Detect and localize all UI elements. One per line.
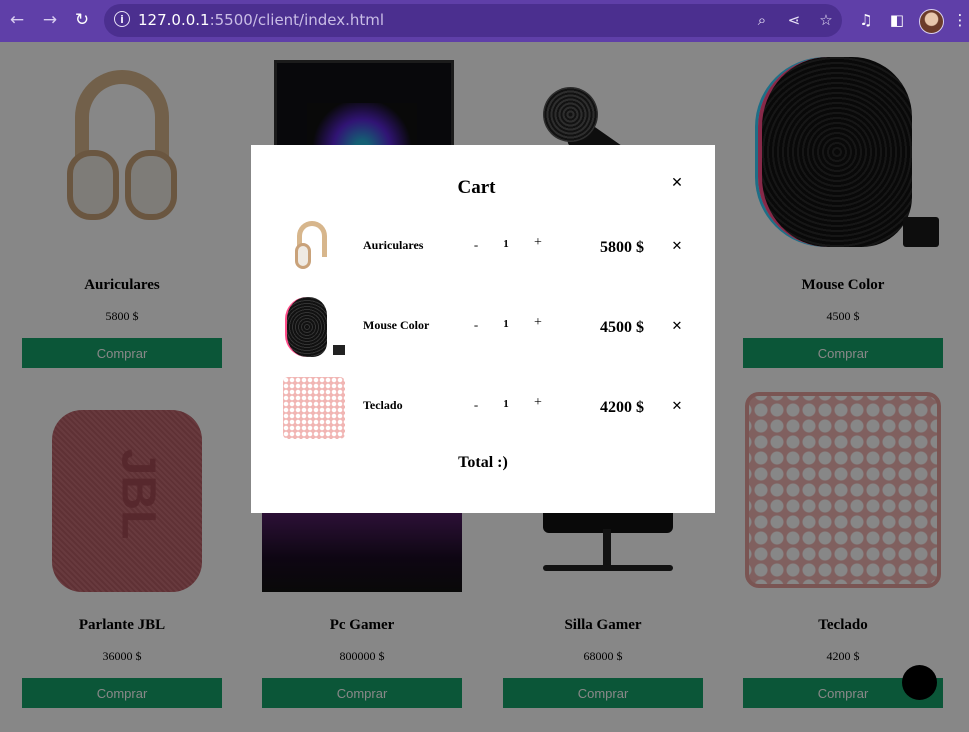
forward-arrow-icon[interactable]: → [39, 9, 61, 31]
back-arrow-icon[interactable]: ← [6, 9, 28, 31]
decrease-quantity-button[interactable]: - [470, 317, 482, 333]
decrease-quantity-button[interactable]: - [470, 237, 482, 253]
close-icon[interactable]: ✕ [670, 176, 684, 190]
remove-item-icon[interactable]: ✕ [670, 400, 684, 414]
cart-item-price: 4500 $ [600, 319, 644, 336]
url-path: :5500/client/index.html [209, 11, 385, 29]
cart-title: Cart [457, 177, 496, 198]
site-info-icon[interactable]: i [114, 11, 130, 27]
cart-item-image [281, 297, 347, 357]
cart-total: Total :) [458, 454, 508, 471]
cart-item: Teclado - 1 + 4200 $ ✕ [251, 377, 715, 439]
side-panel-icon[interactable]: ◧ [887, 10, 907, 30]
profile-avatar[interactable] [919, 9, 944, 34]
cart-item-quantity: 1 [503, 318, 509, 330]
zoom-icon[interactable]: ⌕ [752, 10, 772, 30]
media-icon[interactable]: ♫ [856, 10, 876, 30]
cart-modal: Cart ✕ Auriculares - 1 + 5800 $ ✕ Mouse … [251, 145, 715, 513]
cart-item: Mouse Color - 1 + 4500 $ ✕ [251, 297, 715, 357]
increase-quantity-button[interactable]: + [532, 395, 544, 411]
increase-quantity-button[interactable]: + [532, 315, 544, 331]
remove-item-icon[interactable]: ✕ [670, 320, 684, 334]
reload-icon[interactable]: ↻ [71, 9, 93, 31]
address-bar[interactable]: i 127.0.0.1:5500/client/index.html ⌕ ⋖ ☆ [104, 4, 842, 37]
cart-item-price: 5800 $ [600, 239, 644, 256]
remove-item-icon[interactable]: ✕ [670, 240, 684, 254]
cart-item-name: Teclado [363, 398, 403, 412]
share-icon[interactable]: ⋖ [784, 10, 804, 30]
cart-item-price: 4200 $ [600, 399, 644, 416]
floating-action-button[interactable] [902, 665, 937, 700]
url-text[interactable]: 127.0.0.1:5500/client/index.html [138, 11, 384, 30]
cart-item-name: Auriculares [363, 238, 424, 252]
cart-item: Auriculares - 1 + 5800 $ ✕ [251, 217, 715, 273]
cart-item-quantity: 1 [503, 238, 509, 250]
cart-item-name: Mouse Color [363, 318, 430, 332]
star-icon[interactable]: ☆ [816, 10, 836, 30]
cart-item-image [281, 217, 347, 273]
url-host: 127.0.0.1 [138, 11, 210, 29]
cart-item-image [281, 377, 347, 439]
browser-toolbar: ← → ↻ i 127.0.0.1:5500/client/index.html… [0, 0, 969, 42]
decrease-quantity-button[interactable]: - [470, 397, 482, 413]
increase-quantity-button[interactable]: + [532, 235, 544, 251]
kebab-menu-icon[interactable]: ⋮ [950, 10, 969, 30]
cart-item-quantity: 1 [503, 398, 509, 410]
